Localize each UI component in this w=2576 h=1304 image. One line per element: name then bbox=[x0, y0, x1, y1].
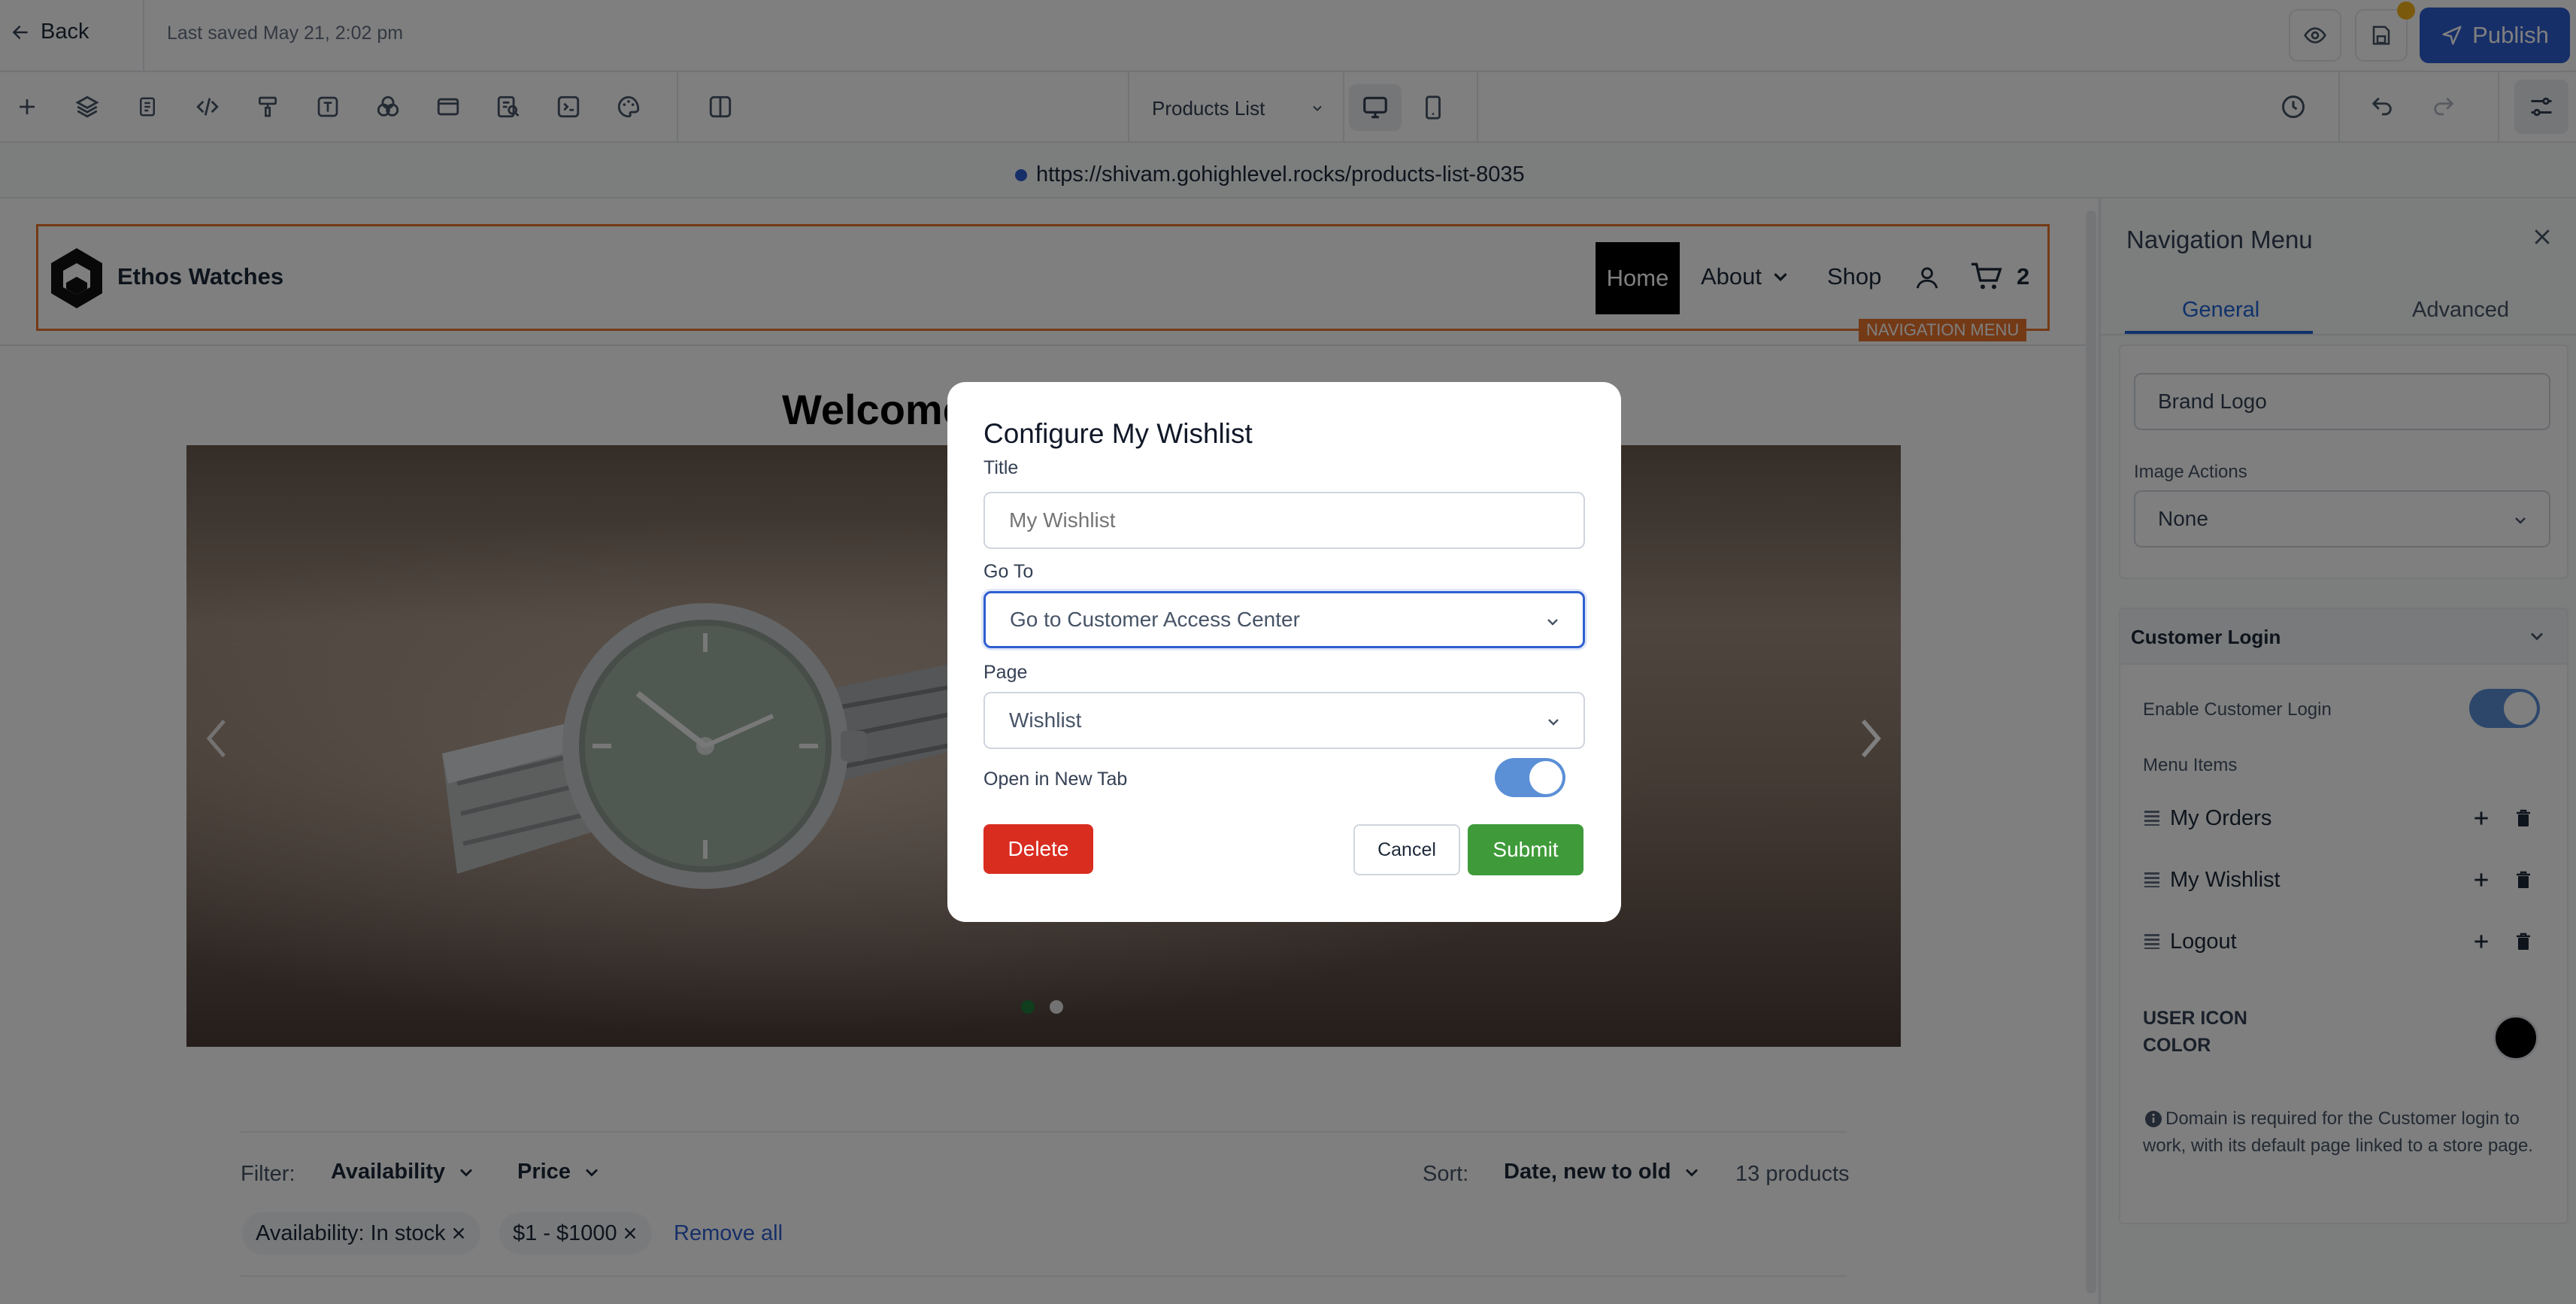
submit-button[interactable]: Submit bbox=[1468, 824, 1583, 875]
chevron-down-icon bbox=[1548, 719, 1559, 726]
title-field-label: Title bbox=[983, 457, 1019, 478]
toggle-knob bbox=[1529, 761, 1562, 794]
new-tab-toggle[interactable] bbox=[1495, 758, 1565, 797]
page-select-field[interactable]: Wishlist bbox=[983, 692, 1585, 749]
configure-menu-item-dialog: Configure My Wishlist Title Go To Go to … bbox=[947, 382, 1621, 922]
title-input[interactable] bbox=[983, 492, 1585, 549]
goto-value: Go to Customer Access Center bbox=[1010, 608, 1300, 631]
dialog-title: Configure My Wishlist bbox=[983, 418, 1253, 449]
cancel-button[interactable]: Cancel bbox=[1353, 824, 1460, 875]
page-label: Page bbox=[983, 662, 1028, 683]
goto-label: Go To bbox=[983, 561, 1034, 582]
chevron-down-icon bbox=[1547, 619, 1558, 626]
goto-select[interactable]: Go to Customer Access Center bbox=[983, 591, 1585, 648]
new-tab-label: Open in New Tab bbox=[983, 769, 1128, 790]
page-value: Wishlist bbox=[1009, 708, 1082, 732]
delete-button[interactable]: Delete bbox=[983, 824, 1093, 874]
